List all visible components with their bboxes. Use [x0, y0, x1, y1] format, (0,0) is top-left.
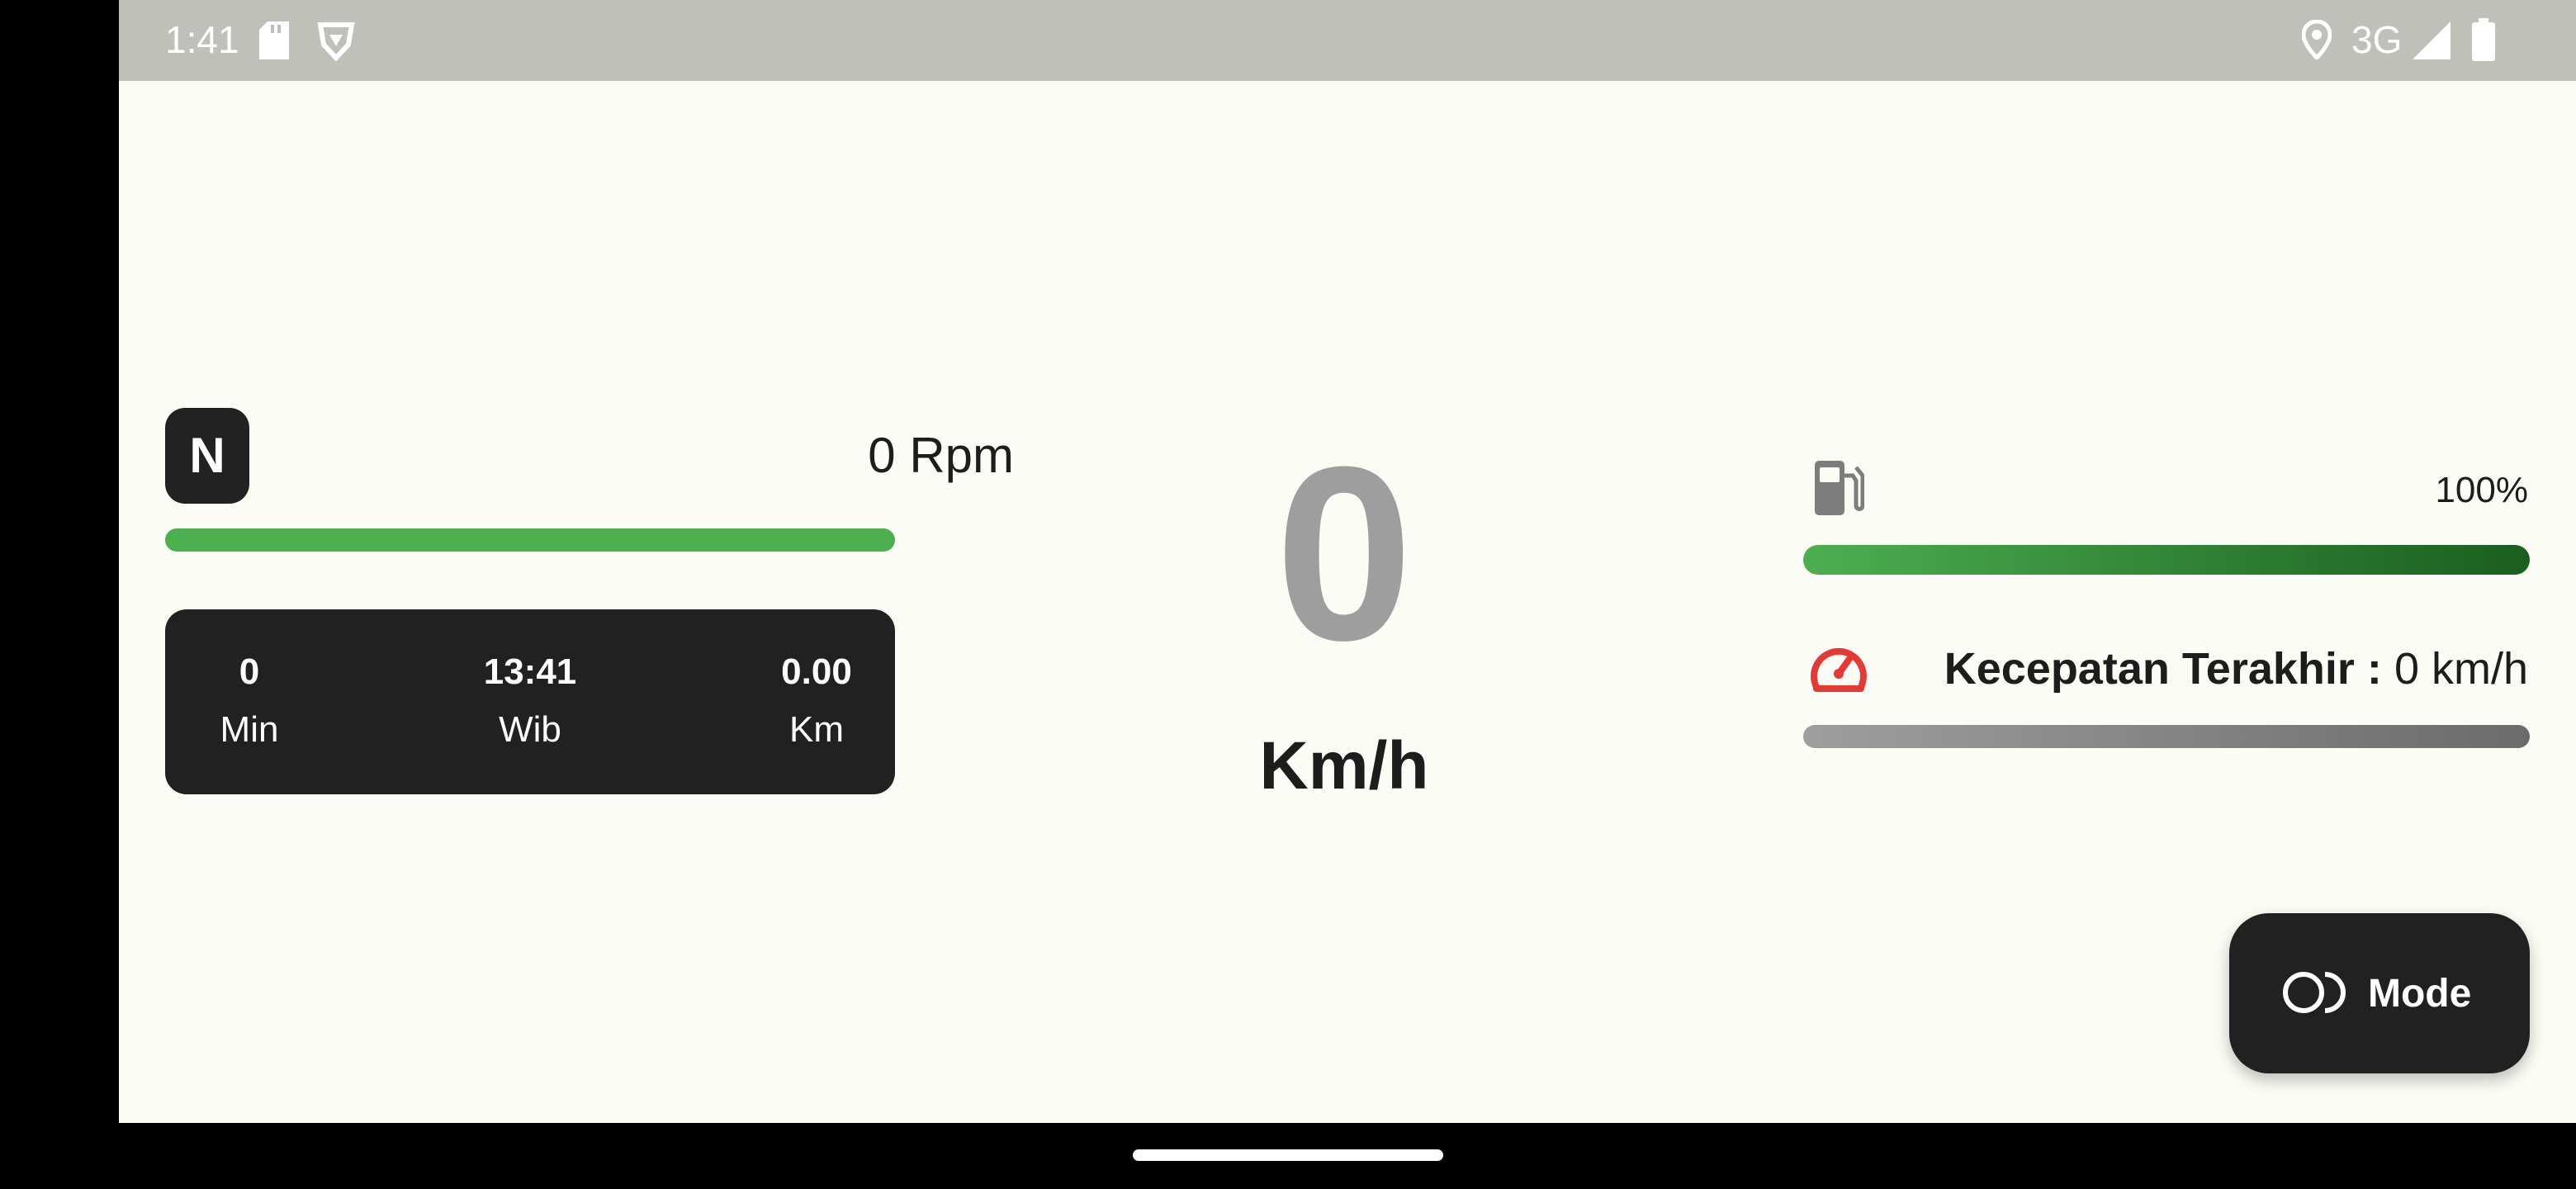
speed-value: 0 [1275, 414, 1413, 692]
status-bar: 1:41 3G [119, 0, 2576, 81]
speed-unit: Km/h [1259, 728, 1429, 803]
trip-distance-label: Km [789, 709, 844, 750]
mode-toggle-icon [2280, 968, 2346, 1021]
trip-clock-label: Wib [499, 709, 561, 750]
trip-clock: 13:41 Wib [456, 649, 604, 753]
status-time: 1:41 [165, 18, 239, 61]
app-screen: 1:41 3G N 0 Rpm 0 Min 13:41 Wib 0.00 Km … [119, 0, 2576, 1123]
last-speed-bar [1803, 725, 2530, 748]
last-speed-label: Kecepatan Terakhir : [1944, 644, 2382, 694]
last-speed-value: 0 km/h [2394, 644, 2528, 694]
last-speed: Kecepatan Terakhir : 0 km/h [1944, 641, 2528, 697]
gear-indicator: N [165, 408, 249, 504]
trip-duration-value: 0 [239, 651, 260, 692]
fuel-percentage: 100% [2435, 470, 2528, 510]
battery-icon [2472, 18, 2495, 65]
signal-icon [2413, 21, 2451, 64]
fuel-pump-icon [1813, 459, 1865, 521]
fuel-level-bar [1803, 545, 2530, 575]
home-gesture-bar[interactable] [1133, 1149, 1443, 1161]
trip-info-card: 0 Min 13:41 Wib 0.00 Km [165, 609, 895, 794]
trip-clock-value: 13:41 [483, 651, 577, 692]
mode-button-label: Mode [2368, 972, 2472, 1016]
trip-distance: 0.00 Km [746, 649, 887, 753]
trip-duration: 0 Min [190, 649, 309, 753]
sd-card-icon [259, 21, 289, 64]
vpn-shield-icon [317, 20, 355, 65]
rpm-bar [165, 528, 895, 552]
trip-duration-label: Min [220, 709, 279, 750]
rpm-readout: 0 Rpm [868, 428, 1014, 483]
mode-button[interactable]: Mode [2229, 913, 2530, 1073]
location-icon [2301, 19, 2332, 64]
trip-distance-value: 0.00 [781, 651, 852, 692]
speedometer-icon [1808, 641, 1869, 699]
network-type: 3G [2351, 18, 2403, 61]
